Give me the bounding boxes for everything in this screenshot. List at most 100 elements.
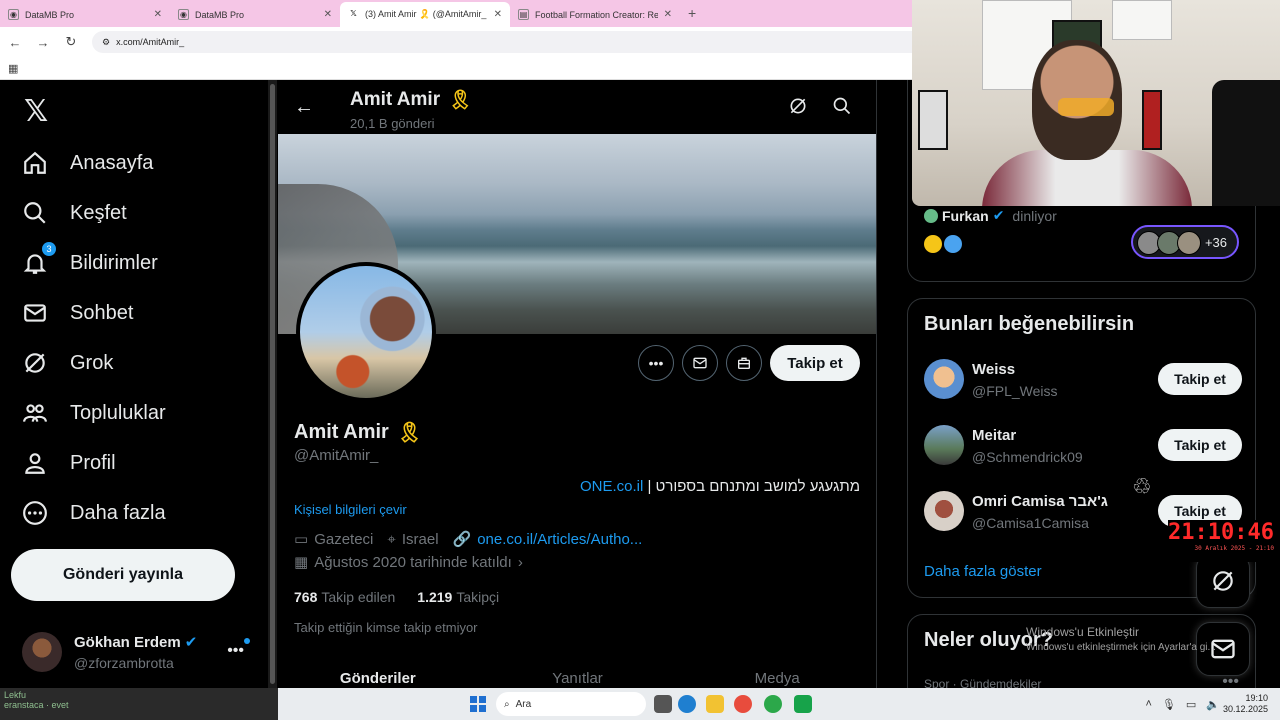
volume-icon[interactable]: 🔈 (1206, 698, 1220, 711)
followers-link[interactable]: 1.219 Takipçi (417, 589, 499, 605)
space-listener: Furkan ✔ dinliyor (924, 207, 1057, 224)
scrollbar[interactable] (268, 80, 277, 690)
nav-item-profile[interactable]: Profil (22, 450, 116, 476)
following-count: 768 (294, 589, 318, 605)
nav-item-home[interactable]: Anasayfa (22, 150, 153, 176)
suggest-row[interactable]: Weiss @FPL_Weiss Takip et (924, 359, 1242, 403)
bio-link[interactable]: ONE.co.il (580, 478, 643, 495)
profile-name: Amit Amir (294, 421, 389, 443)
close-icon[interactable]: ✕ (494, 9, 502, 20)
clock-time: 21:10:46 (1168, 520, 1274, 545)
location-icon: ⌖ (387, 530, 396, 548)
suggest-row[interactable]: Meitar @Schmendrick09 Takip et (924, 425, 1242, 469)
browser-tab[interactable]: ◉ DataMB Pro ✕ (170, 2, 340, 27)
chrome-icon[interactable] (764, 695, 782, 713)
home-icon (22, 150, 48, 176)
post-button[interactable]: Gönderi yayınla (11, 549, 235, 601)
nav-label: Profil (70, 451, 116, 474)
url-text: x.com/AmitAmir_ (116, 37, 185, 47)
scrollbar-thumb[interactable] (270, 84, 275, 684)
account-name-row: Gökhan Erdem ✔ (74, 633, 197, 652)
nav-item-notifications[interactable]: 3 Bildirimler (22, 242, 158, 276)
profile-avatar[interactable] (296, 262, 436, 402)
grok-icon (22, 350, 48, 376)
nav-item-more[interactable]: Daha fazla (22, 500, 166, 526)
follow-button[interactable]: Takip et (1158, 429, 1242, 461)
chrome-icon[interactable] (734, 695, 752, 713)
nav-label: Topluluklar (70, 401, 166, 424)
search-icon: ⌕ (504, 698, 510, 710)
avatar (924, 208, 938, 223)
browser-tab[interactable]: ▤ Football Formation Creator: Re ✕ (510, 2, 680, 27)
suggest-title: Bunları beğenebilirsin (924, 313, 1135, 335)
tab-replies[interactable]: Yanıtlar (478, 670, 678, 687)
taskbar-clock[interactable]: 19:10 30.12.2025 (1223, 693, 1268, 715)
subscribe-button[interactable] (726, 345, 762, 381)
forward-arrow-icon[interactable]: → (36, 35, 50, 50)
space-listener-count[interactable]: +36 (1131, 225, 1239, 259)
browser-tab[interactable]: ◉ DataMB Pro ✕ (0, 2, 170, 27)
nav-label: Daha fazla (70, 501, 166, 524)
suggest-name: Omri Camisa ג'אבר (972, 493, 1108, 510)
chevron-up-icon[interactable]: ˄ (1145, 698, 1151, 711)
show-more-link[interactable]: Daha fazla göster (924, 563, 1042, 580)
more-dots-icon[interactable]: ••• (227, 642, 244, 660)
following-link[interactable]: 768 Takip edilen (294, 589, 395, 605)
reload-icon[interactable]: ↻ (64, 34, 78, 50)
yellow-ribbon-icon: 🎗 (396, 422, 423, 444)
nav-item-explore[interactable]: Keşfet (22, 200, 127, 226)
tab-media[interactable]: Medya (677, 670, 876, 687)
grok-float-button[interactable] (1196, 554, 1250, 608)
close-icon[interactable]: ✕ (154, 9, 162, 20)
chevron-right-icon: › (517, 553, 523, 571)
profile-joined[interactable]: ▦ Ağustos 2020 tarihinde katıldı › (294, 553, 523, 572)
follow-button[interactable]: Takip et (1158, 363, 1242, 395)
network-icon[interactable]: ▭ (1186, 698, 1196, 711)
apps-grid-icon[interactable]: ▦ (8, 62, 18, 75)
site-info-icon[interactable]: ⚙ (102, 37, 110, 48)
x-logo-icon[interactable]: 𝕏 (24, 94, 48, 129)
mic-icon[interactable]: 🎙 (1162, 698, 1176, 711)
doc-icon: ▤ (518, 9, 529, 20)
back-arrow-icon[interactable]: ← (8, 35, 22, 50)
message-button[interactable] (682, 345, 718, 381)
grok-icon[interactable] (788, 96, 808, 121)
taskbar-search[interactable]: ⌕ Ara (496, 692, 646, 716)
back-arrow-icon[interactable]: ← (294, 96, 314, 119)
x-icon: 𝕏 (350, 9, 357, 18)
tab-posts[interactable]: Gönderiler (278, 670, 478, 687)
avatar (924, 491, 964, 531)
taskbar-search-label: Ara (515, 698, 532, 710)
task-view-icon[interactable] (654, 695, 672, 713)
nav-label: Anasayfa (70, 151, 154, 174)
tab-title: DataMB Pro (25, 9, 75, 20)
followers-count: 1.219 (417, 589, 453, 605)
new-tab-button[interactable]: + (680, 5, 704, 27)
wall-frame (1142, 90, 1162, 150)
follow-button[interactable]: Takip et (770, 345, 860, 381)
edge-icon[interactable] (678, 695, 696, 713)
chat-line: eranstaca · evet (4, 700, 69, 710)
gaming-chair (1212, 80, 1280, 206)
translate-bio-link[interactable]: Kişisel bilgileri çevir (294, 502, 407, 517)
communities-icon (22, 400, 48, 426)
windows-start-icon[interactable] (470, 696, 486, 712)
browser-tab-active[interactable]: 𝕏 (3) Amit Amir 🎗️ (@AmitAmir_ ✕ (340, 2, 510, 27)
tab-title: Football Formation Creator: Re (535, 9, 658, 20)
app-icon[interactable] (794, 695, 812, 713)
nav-label: Keşfet (70, 201, 127, 224)
search-icon[interactable] (832, 96, 852, 121)
close-icon[interactable]: ✕ (324, 9, 332, 20)
account-switcher[interactable]: Gökhan Erdem ✔ @zforzambrotta ••• (22, 628, 262, 676)
more-options-button[interactable]: ••• (638, 345, 674, 381)
nav-item-chat[interactable]: Sohbet (22, 300, 133, 326)
chat-overlay: Lekfu eranstaca · evet (0, 688, 278, 720)
briefcase-icon: ▭ (294, 531, 309, 548)
nav-item-communities[interactable]: Topluluklar (22, 400, 166, 426)
file-explorer-icon[interactable] (706, 695, 724, 713)
nav-label: Bildirimler (70, 251, 158, 274)
profile-website[interactable]: one.co.il/Articles/Autho... (477, 531, 642, 548)
close-icon[interactable]: ✕ (664, 9, 672, 20)
nav-item-grok[interactable]: Grok (22, 350, 113, 376)
nav-label: Grok (70, 351, 114, 374)
